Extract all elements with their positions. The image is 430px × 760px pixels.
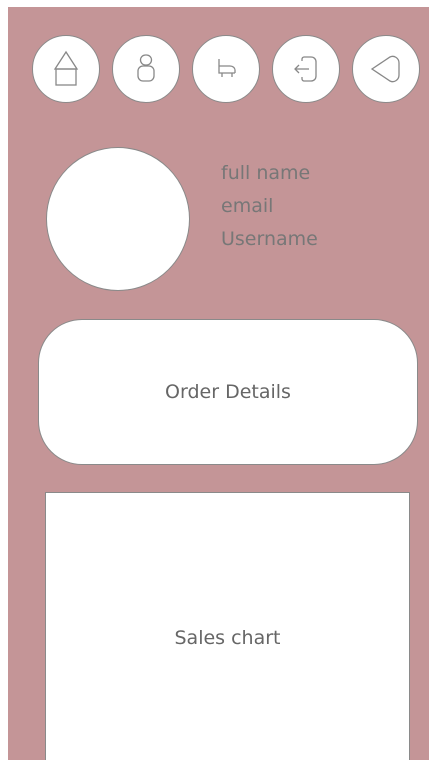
- home-button[interactable]: [32, 35, 100, 103]
- cart-button[interactable]: [192, 35, 260, 103]
- logout-icon: [290, 53, 322, 85]
- home-icon: [49, 49, 83, 89]
- username-text: Username: [221, 228, 318, 250]
- avatar[interactable]: [46, 147, 190, 291]
- logout-button[interactable]: [272, 35, 340, 103]
- top-nav-bar: [32, 35, 420, 111]
- full-name-text: full name: [221, 162, 311, 184]
- profile-info: full name email Username: [221, 157, 318, 256]
- app-screen: full name email Username Order Details S…: [8, 7, 429, 760]
- email-text: email: [221, 195, 274, 217]
- back-button[interactable]: [352, 35, 420, 103]
- profile-button[interactable]: [112, 35, 180, 103]
- order-details-button[interactable]: Order Details: [38, 319, 418, 465]
- sales-chart-panel[interactable]: Sales chart: [45, 492, 410, 760]
- sales-chart-label: Sales chart: [174, 627, 281, 649]
- back-icon: [368, 53, 404, 85]
- user-icon: [133, 52, 159, 86]
- order-details-label: Order Details: [165, 381, 291, 403]
- cart-icon: [211, 56, 241, 82]
